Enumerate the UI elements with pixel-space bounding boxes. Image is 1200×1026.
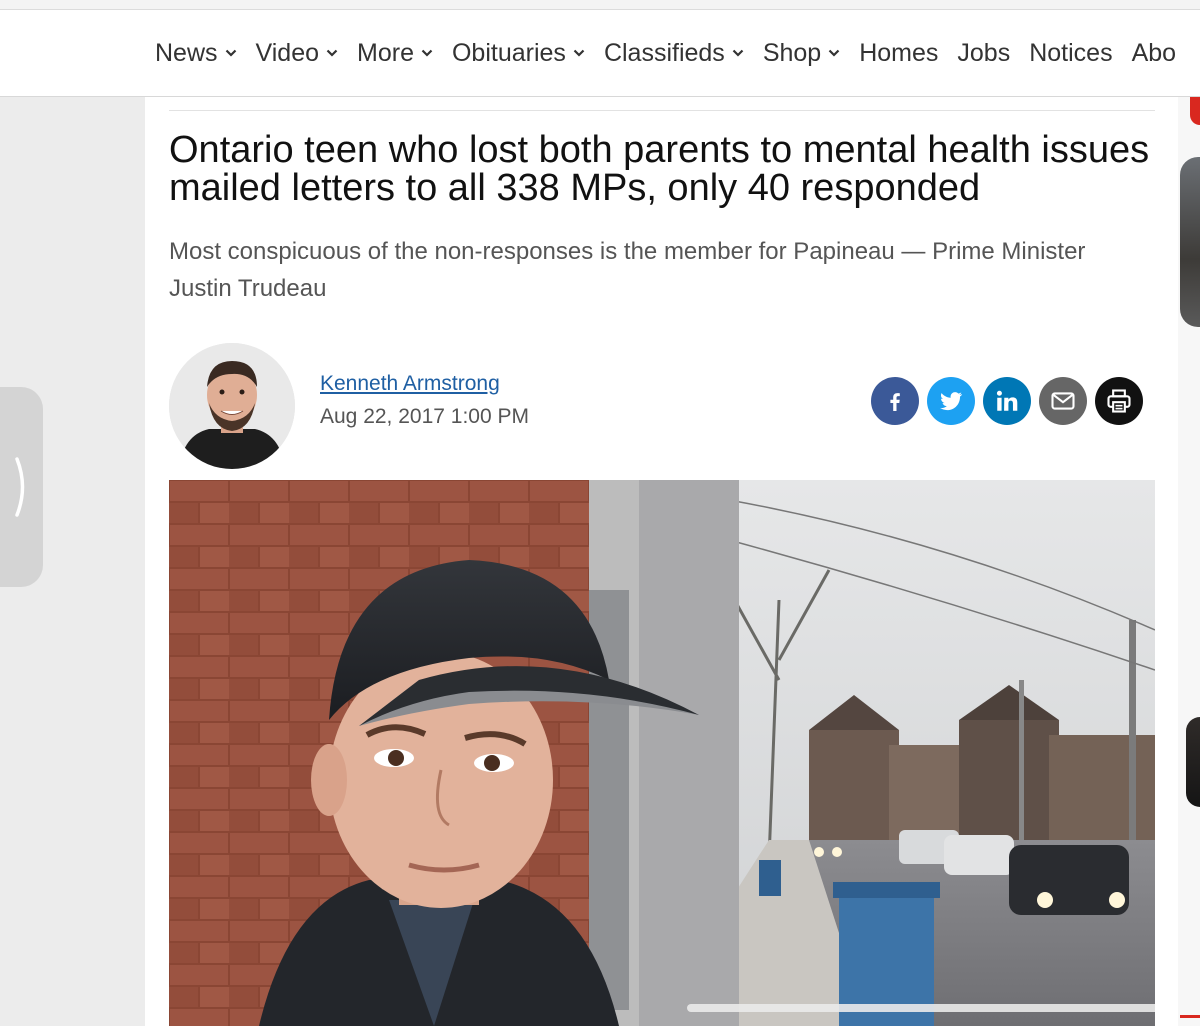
nav-item-news[interactable]: News [155,39,237,68]
browser-top-strip [0,0,1200,10]
facebook-share-button[interactable] [871,377,919,425]
right-rail-edge [1178,97,1200,1026]
nav-item-abo[interactable]: Abo [1132,39,1176,68]
nav-item-obituaries[interactable]: Obituaries [452,39,585,68]
rail-accent [1190,97,1200,125]
left-gutter [0,97,145,1026]
author-link[interactable]: Kenneth Armstrong [320,372,500,396]
facebook-icon [890,393,900,411]
nav-item-label: Video [255,38,320,67]
chevron-down-icon [828,49,840,57]
chevron-right-icon [15,457,25,517]
nav-item-label: Obituaries [451,38,566,67]
article-subhead: Most conspicuous of the non-responses is… [169,238,1086,302]
chevron-down-icon [225,49,236,57]
rail-thumbnail[interactable] [1186,717,1200,807]
hero-image[interactable] [169,480,1155,1026]
hero-photo [169,480,1155,1026]
linkedin-share-button[interactable] [983,377,1031,425]
chevron-down-icon [421,49,433,57]
nav-item-homes[interactable]: Homes [859,39,938,68]
nav-item-label: Classifieds [603,38,725,67]
author-photo [169,343,295,469]
rail-thumbnail[interactable] [1180,157,1200,327]
divider [169,110,1155,111]
nav-item-label: News [155,38,218,67]
share-bar [871,377,1151,425]
author-avatar[interactable] [169,343,295,469]
publish-date: Aug 22, 2017 1:00 PM [320,405,529,428]
nav-menu: News Video More Obituaries Classifieds Shop Ho… [155,10,1195,96]
nav-item-more[interactable]: More [357,39,433,68]
print-icon [1107,389,1131,413]
image-scrollbar[interactable] [687,1004,1155,1012]
twitter-icon [940,392,963,411]
article-headline: Ontario teen who lost both parents to me… [169,129,1150,209]
nav-item-label: Jobs [957,38,1011,67]
nav-item-classifieds[interactable]: Classifieds [604,39,744,68]
article: Ontario teen who lost both parents to me… [145,97,1178,1026]
chevron-down-icon [732,49,744,57]
site-navbar: News Video More Obituaries Classifieds Shop Ho… [0,10,1200,97]
email-icon [1051,392,1075,410]
nav-item-jobs[interactable]: Jobs [957,39,1010,68]
nav-item-label: More [357,38,414,67]
chevron-down-icon [326,49,338,57]
chevron-down-icon [573,49,585,57]
nav-item-video[interactable]: Video [256,39,339,68]
email-share-button[interactable] [1039,377,1087,425]
nav-item-shop[interactable]: Shop [763,39,840,68]
nav-item-label: Abo [1131,38,1177,67]
nav-item-label: Notices [1029,38,1113,67]
rail-accent-bar [1180,1015,1200,1018]
linkedin-icon [996,390,1018,411]
side-panel-toggle[interactable] [0,387,43,587]
print-button[interactable] [1095,377,1143,425]
nav-item-label: Homes [859,38,939,67]
nav-item-label: Shop [762,38,822,67]
nav-item-notices[interactable]: Notices [1029,39,1112,68]
twitter-share-button[interactable] [927,377,975,425]
